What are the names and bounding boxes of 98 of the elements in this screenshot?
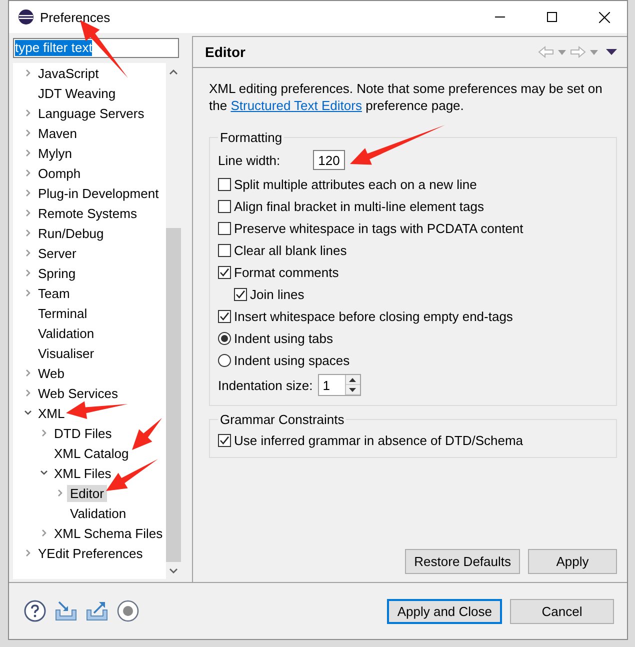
- dialog-button[interactable]: Cancel: [510, 598, 614, 624]
- tree-item[interactable]: YEdit Preferences: [35, 544, 146, 562]
- chevron-right-icon[interactable]: [24, 169, 32, 177]
- radio-label[interactable]: Indent using tabs: [234, 330, 334, 346]
- input-field[interactable]: 120: [313, 150, 346, 170]
- tree-item[interactable]: XML Catalog: [51, 444, 132, 462]
- app-logo-icon: [18, 9, 34, 25]
- checkbox[interactable]: [218, 222, 231, 234]
- checkbox-label[interactable]: Split multiple attributes each on a new line: [234, 176, 477, 192]
- spin-down-icon[interactable]: [349, 388, 356, 392]
- annotation-arrow: [66, 401, 128, 419]
- chevron-right-icon[interactable]: [24, 289, 32, 297]
- description-text: XML editing preferences. Note that some preferences may be set on the Structured Text Editors preference page.: [209, 80, 604, 114]
- chevron-right-icon[interactable]: [24, 229, 32, 237]
- checkbox[interactable]: [234, 288, 247, 300]
- tree-item[interactable]: DTD Files: [51, 424, 115, 442]
- field-label: Line width:: [218, 152, 280, 168]
- checkbox[interactable]: [218, 200, 231, 212]
- help-icon[interactable]: [24, 600, 46, 622]
- tree-item[interactable]: Oomph: [35, 164, 84, 182]
- chevron-right-icon[interactable]: [24, 109, 32, 117]
- radio-button[interactable]: [218, 332, 231, 344]
- scroll-up-icon[interactable]: [168, 68, 178, 74]
- checkbox-label[interactable]: Use inferred grammar in absence of DTD/Schema: [234, 432, 524, 448]
- tree-item[interactable]: XML Files: [51, 464, 114, 482]
- spin-up-icon[interactable]: [349, 378, 356, 382]
- tree-item[interactable]: Language Servers: [35, 104, 148, 122]
- dialog-button[interactable]: Apply and Close: [387, 598, 502, 624]
- tree-item[interactable]: Run/Debug: [35, 224, 107, 242]
- tree-item[interactable]: Spring: [35, 264, 79, 282]
- close-icon[interactable]: [598, 12, 610, 22]
- forward-arrow-icon[interactable]: [570, 46, 586, 58]
- radio-label[interactable]: Indent using spaces: [234, 352, 350, 368]
- scrollbar[interactable]: [166, 63, 181, 579]
- tree-item[interactable]: Plug-in Development: [35, 184, 162, 202]
- dropdown-arrow-icon[interactable]: [590, 50, 598, 54]
- record-icon[interactable]: [117, 600, 139, 622]
- checkbox-label[interactable]: Format comments: [234, 264, 339, 280]
- chevron-right-icon[interactable]: [24, 129, 32, 137]
- tree-item[interactable]: Visualiser: [35, 344, 98, 362]
- tree-item[interactable]: XML: [35, 404, 68, 422]
- chevron-right-icon[interactable]: [24, 189, 32, 197]
- tree-item[interactable]: Editor: [67, 484, 107, 502]
- checkbox[interactable]: [218, 244, 231, 256]
- checkbox[interactable]: [218, 178, 231, 190]
- tree-item[interactable]: Web: [35, 364, 68, 382]
- chevron-right-icon[interactable]: [24, 209, 32, 217]
- chevron-right-icon[interactable]: [40, 429, 48, 437]
- tree-item[interactable]: Remote Systems: [35, 204, 140, 222]
- tree-item[interactable]: Web Services: [35, 384, 121, 402]
- checkbox[interactable]: [218, 310, 231, 322]
- tree-item[interactable]: JavaScript: [35, 64, 102, 82]
- checkbox[interactable]: [218, 266, 231, 278]
- tree-item[interactable]: Mylyn: [35, 144, 75, 162]
- dropdown-arrow-icon[interactable]: [558, 50, 566, 54]
- checkbox-label[interactable]: Insert whitespace before closing empty end-tags: [234, 308, 513, 324]
- tree-item[interactable]: Server: [35, 244, 80, 262]
- tree-item[interactable]: Terminal: [35, 304, 90, 322]
- checkbox-label[interactable]: Join lines: [250, 286, 304, 302]
- tree-item[interactable]: Validation: [35, 324, 98, 342]
- tree-item[interactable]: Team: [35, 284, 73, 302]
- tree-item[interactable]: XML Schema Files: [51, 524, 166, 542]
- chevron-right-icon[interactable]: [24, 249, 32, 257]
- page-title: Editor: [205, 44, 246, 60]
- export-icon[interactable]: [86, 601, 108, 621]
- page-button[interactable]: Apply: [528, 549, 617, 574]
- tree-item[interactable]: JDT Weaving: [35, 84, 119, 102]
- chevron-right-icon[interactable]: [24, 369, 32, 377]
- chevron-right-icon[interactable]: [40, 529, 48, 537]
- scroll-down-icon[interactable]: [168, 568, 178, 574]
- import-icon[interactable]: [55, 601, 77, 621]
- tree-item[interactable]: Validation: [67, 504, 130, 522]
- chevron-right-icon[interactable]: [24, 269, 32, 277]
- group-title: Formatting: [219, 130, 284, 145]
- chevron-down-icon[interactable]: [24, 409, 32, 417]
- group-title: Grammar Constraints: [219, 412, 346, 427]
- checkbox-label[interactable]: Preserve whitespace in tags with PCDATA content: [234, 220, 524, 236]
- checkbox-label[interactable]: Align final bracket in multi-line element tags: [234, 198, 484, 214]
- chevron-right-icon[interactable]: [24, 549, 32, 557]
- annotation-arrow: [132, 418, 162, 450]
- chevron-right-icon[interactable]: [24, 69, 32, 77]
- page-button[interactable]: Restore Defaults: [405, 549, 520, 574]
- field-label: Indentation size:: [218, 378, 313, 392]
- chevron-right-icon[interactable]: [24, 149, 32, 157]
- radio-button[interactable]: [218, 354, 231, 366]
- chevron-down-icon[interactable]: [40, 469, 48, 477]
- checkbox[interactable]: [218, 434, 231, 446]
- tree-item[interactable]: Maven: [35, 124, 80, 142]
- view-menu-icon[interactable]: [606, 49, 617, 55]
- chevron-right-icon[interactable]: [56, 489, 64, 497]
- spinner-field[interactable]: 1: [318, 374, 361, 396]
- chevron-right-icon[interactable]: [24, 389, 32, 397]
- filter-field[interactable]: type filter text: [13, 38, 179, 58]
- window-title: Preferences: [40, 10, 112, 24]
- back-arrow-icon[interactable]: [538, 46, 554, 58]
- maximize-icon[interactable]: [547, 12, 557, 22]
- checkbox-label[interactable]: Clear all blank lines: [234, 242, 347, 258]
- preference-link[interactable]: Structured Text Editors: [230, 98, 362, 113]
